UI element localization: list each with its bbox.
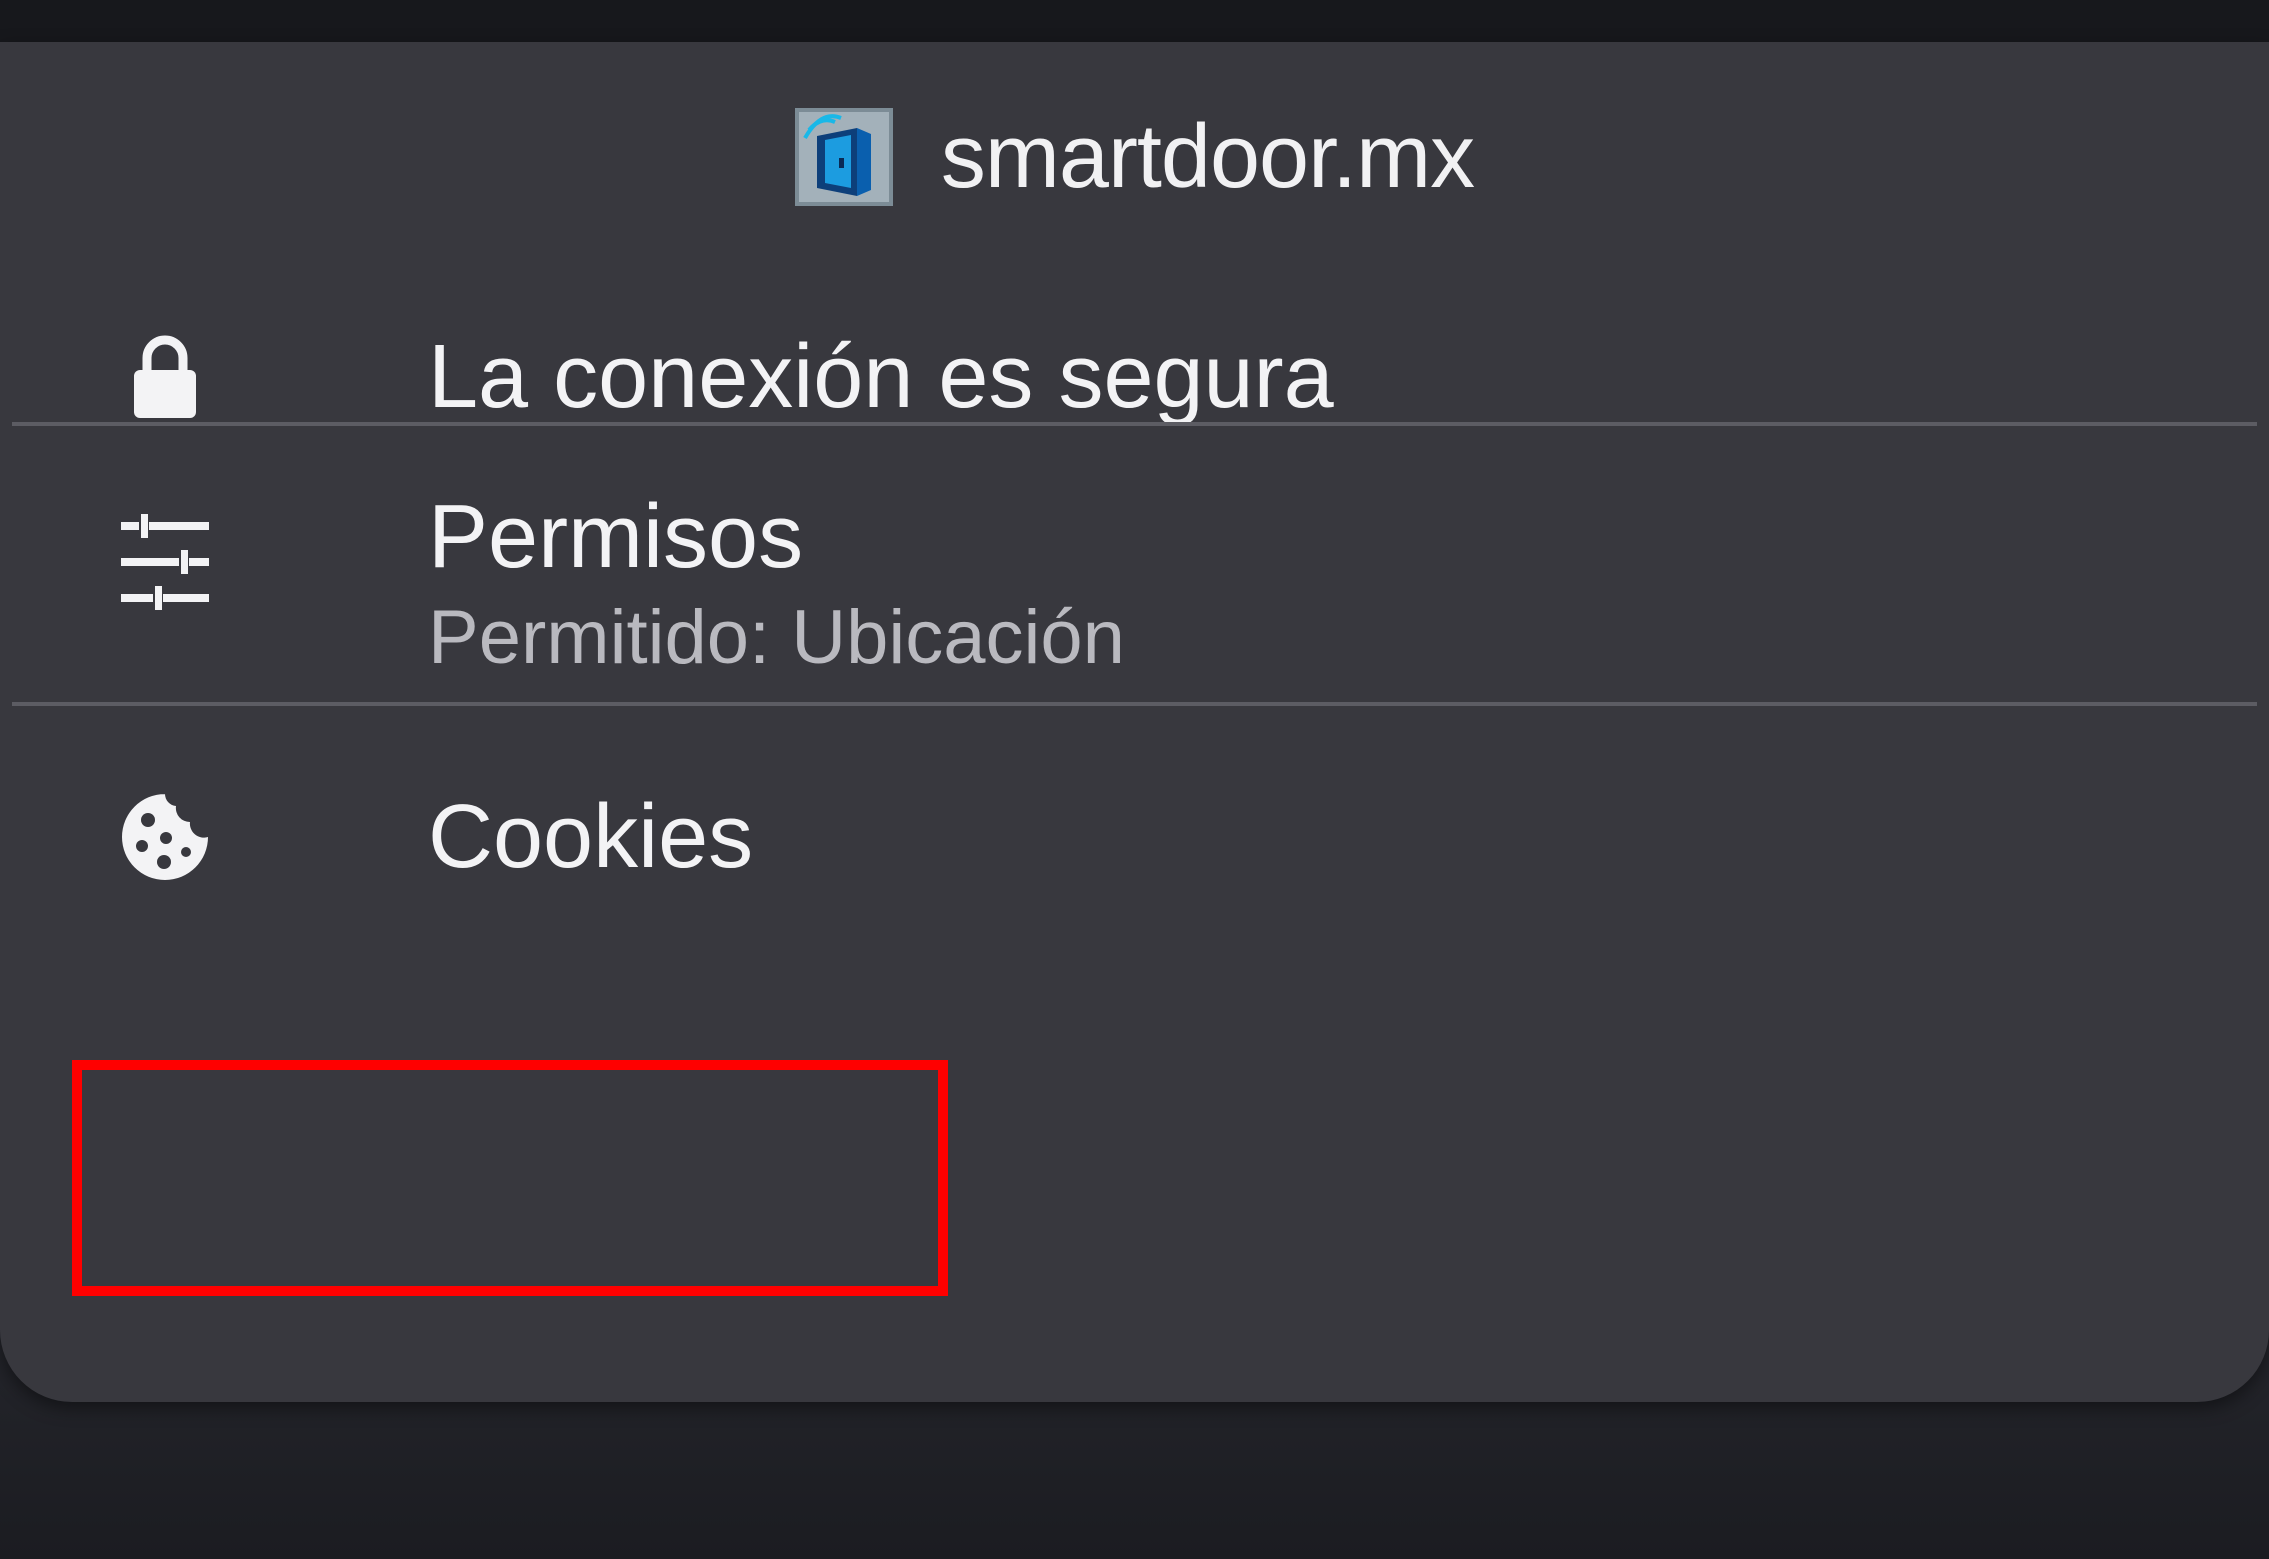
lock-icon [110, 332, 220, 422]
cookies-label: Cookies [428, 787, 754, 887]
permissions-row[interactable]: Permisos Permitido: Ubicación [0, 442, 2269, 702]
sliders-icon [110, 512, 220, 612]
permissions-title: Permisos [428, 487, 804, 587]
permissions-subtitle: Permitido: Ubicación [428, 595, 1125, 680]
cookie-icon [110, 782, 220, 892]
cookies-highlight-box [72, 1060, 948, 1296]
site-domain: smartdoor.mx [940, 107, 1475, 207]
screen: smartdoor.mx La conexión es segura Permi… [0, 0, 2269, 1559]
site-header: smartdoor.mx [0, 42, 2269, 272]
smartdoor-door-logo-icon [794, 108, 893, 206]
divider [12, 702, 2257, 706]
cookies-row[interactable]: Cookies [0, 722, 2269, 952]
connection-status-label: La conexión es segura [428, 327, 1334, 427]
connection-security-row[interactable]: La conexión es segura [0, 292, 2269, 462]
divider [12, 422, 2257, 426]
